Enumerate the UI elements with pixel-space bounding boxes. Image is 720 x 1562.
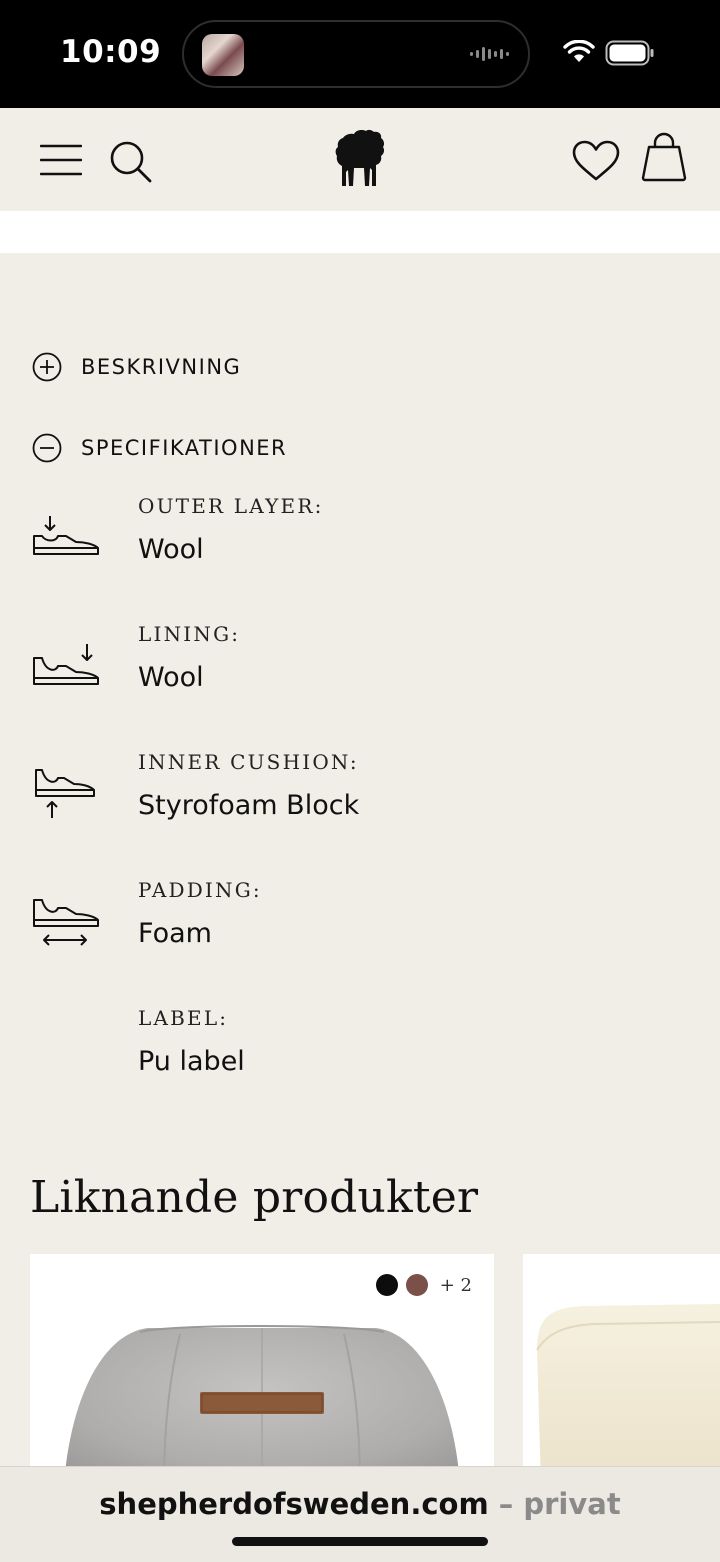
accordion-specifikationer[interactable]: SPECIFIKATIONER bbox=[32, 433, 287, 463]
now-playing-artwork bbox=[202, 34, 244, 76]
sheep-logo-icon[interactable] bbox=[332, 128, 388, 190]
home-indicator[interactable] bbox=[232, 1537, 488, 1546]
spec-value: Wool bbox=[138, 534, 204, 565]
url-separator: – bbox=[488, 1487, 524, 1521]
accordion-beskrivning[interactable]: BESKRIVNING bbox=[32, 352, 241, 382]
related-products-title: Liknande produkter bbox=[30, 1172, 479, 1223]
swatch-black[interactable] bbox=[375, 1274, 398, 1296]
battery-icon bbox=[605, 40, 654, 66]
spec-key: PADDING: bbox=[138, 878, 262, 902]
spec-value: Wool bbox=[138, 662, 204, 693]
content-top-spacer bbox=[0, 211, 720, 253]
heart-icon[interactable] bbox=[572, 140, 620, 182]
hamburger-menu-icon[interactable] bbox=[40, 144, 82, 176]
url-display[interactable]: shepherdofsweden.com – privat bbox=[0, 1487, 720, 1521]
shoe-inner-cushion-icon bbox=[35, 769, 95, 818]
cream-sheepskin-pouf-image bbox=[536, 1304, 720, 1484]
product-card[interactable] bbox=[523, 1254, 720, 1484]
accordion-label: SPECIFIKATIONER bbox=[81, 436, 288, 460]
dynamic-island[interactable] bbox=[182, 20, 530, 88]
spec-key: OUTER LAYER: bbox=[138, 494, 324, 518]
swatch-brown[interactable] bbox=[405, 1274, 428, 1296]
audio-waveform-icon bbox=[470, 47, 509, 61]
browsing-mode-label: privat bbox=[523, 1487, 621, 1521]
product-card[interactable]: + 2 bbox=[30, 1254, 494, 1484]
shoe-lining-icon bbox=[33, 644, 99, 685]
spec-key: INNER CUSHION: bbox=[138, 750, 359, 774]
shoe-outer-layer-icon bbox=[33, 516, 99, 555]
browser-url-bar[interactable]: shepherdofsweden.com – privat bbox=[0, 1466, 720, 1562]
plus-circle-icon bbox=[32, 352, 62, 382]
status-time: 10:09 bbox=[60, 34, 162, 70]
spec-value: Styrofoam Block bbox=[138, 790, 360, 821]
color-swatches[interactable]: + 2 bbox=[368, 1274, 472, 1296]
url-domain: shepherdofsweden.com bbox=[99, 1487, 489, 1521]
accordion-label: BESKRIVNING bbox=[81, 355, 242, 379]
spec-key: LABEL: bbox=[138, 1006, 229, 1030]
wifi-icon bbox=[563, 40, 595, 62]
spec-value: Pu label bbox=[138, 1046, 245, 1077]
shoe-padding-icon bbox=[33, 899, 99, 946]
status-bar: 10:09 bbox=[0, 0, 720, 108]
spec-value: Foam bbox=[138, 918, 212, 949]
shopping-bag-icon[interactable] bbox=[640, 132, 688, 182]
site-header bbox=[0, 108, 720, 211]
spec-key: LINING: bbox=[138, 622, 241, 646]
more-colors-count[interactable]: + 2 bbox=[440, 1275, 472, 1296]
search-icon[interactable] bbox=[109, 140, 153, 184]
minus-circle-icon bbox=[32, 433, 62, 463]
